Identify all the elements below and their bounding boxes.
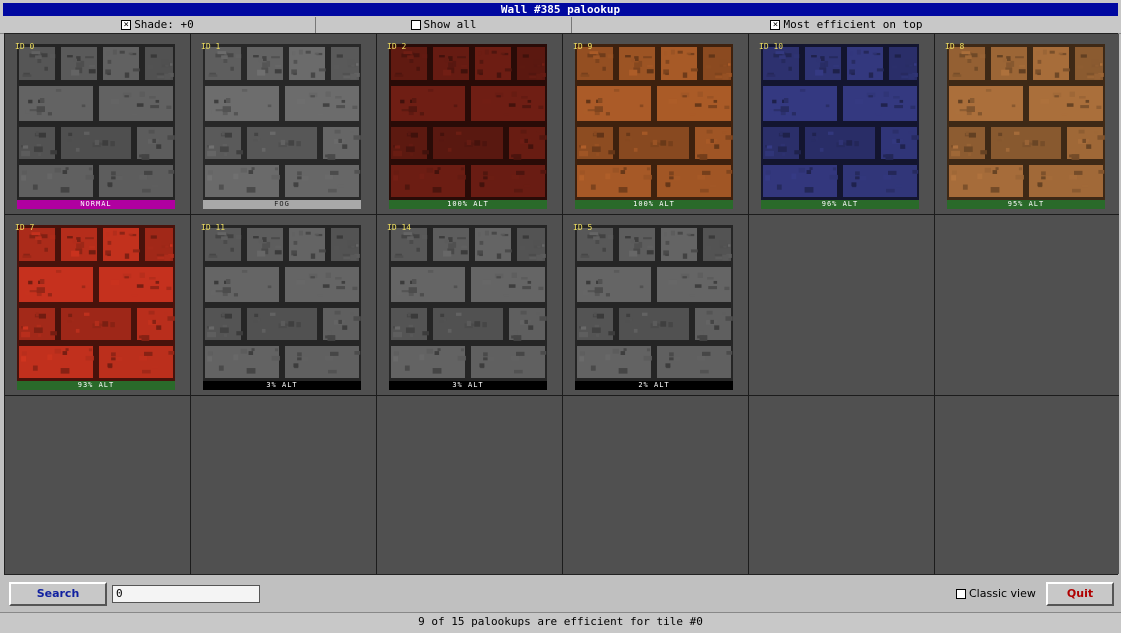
wall-texture-preview [389,225,547,381]
bottom-toolbar: Search 0 Classic view Quit [0,575,1121,612]
options-bar: × Shade: +0 Show all × Most efficient on… [0,17,1121,34]
show-all-label: Show all [423,18,477,31]
window-title: Wall #385 palookup [3,3,1118,16]
empty-cell [749,215,935,396]
palookup-id: ID 1 [201,42,221,51]
search-input[interactable]: 0 [112,585,260,603]
most-efficient-label: Most efficient on top [783,18,923,31]
palookup-cell[interactable]: ID 2 100% ALT [377,34,563,215]
wall-texture-preview [389,44,547,200]
palookup-id: ID 7 [15,223,35,232]
palookup-grid: ID 0 NORMAL ID 1 FOG ID 2 100% ALT ID 9 100% AL… [4,33,1119,575]
most-efficient-checkbox[interactable]: × [770,20,781,30]
shade-checkbox[interactable]: × [121,20,132,30]
palookup-label: 95% ALT [947,200,1105,209]
shade-option[interactable]: × Shade: +0 [0,17,315,33]
empty-cell [563,396,749,574]
palookup-cell[interactable]: ID 10 96% ALT [749,34,935,215]
palookup-label: 2% ALT [575,381,733,390]
show-all-option[interactable]: Show all [316,17,571,33]
palookup-label: NORMAL [17,200,175,209]
palookup-cell[interactable]: ID 14 3% ALT [377,215,563,396]
wall-texture-preview [17,44,175,200]
title-bar: Wall #385 palookup [0,0,1121,17]
wall-texture-preview [947,44,1105,200]
quit-button[interactable]: Quit [1046,582,1114,606]
empty-cell [377,396,563,574]
palookup-id: ID 11 [201,223,226,232]
empty-cell [191,396,377,574]
palookup-cell[interactable]: ID 0 NORMAL [5,34,191,215]
wall-texture-preview [761,44,919,200]
palookup-cell[interactable]: ID 9 100% ALT [563,34,749,215]
empty-cell [5,396,191,574]
palookup-id: ID 2 [387,42,407,51]
search-button[interactable]: Search [9,582,107,606]
palookup-label: 3% ALT [203,381,361,390]
palookup-cell[interactable]: ID 8 95% ALT [935,34,1119,215]
palookup-cell[interactable]: ID 5 2% ALT [563,215,749,396]
palookup-label: 93% ALT [17,381,175,390]
classic-view-checkbox[interactable] [956,588,966,599]
wall-texture-preview [575,44,733,200]
palookup-id: ID 9 [573,42,593,51]
palookup-label: 100% ALT [575,200,733,209]
shade-label: Shade: +0 [134,18,194,31]
show-all-checkbox[interactable] [410,20,421,30]
palookup-cell[interactable]: ID 1 FOG [191,34,377,215]
palookup-cell[interactable]: ID 7 93% ALT [5,215,191,396]
palookup-label: 100% ALT [389,200,547,209]
wall-texture-preview [575,225,733,381]
wall-texture-preview [203,225,361,381]
classic-view-label: Classic view [969,587,1036,600]
most-efficient-option[interactable]: × Most efficient on top [572,17,1121,33]
palookup-label: 96% ALT [761,200,919,209]
palookup-label: 3% ALT [389,381,547,390]
status-bar: 9 of 15 palookups are efficient for tile… [0,612,1121,633]
empty-cell [749,396,935,574]
empty-cell [935,396,1119,574]
palookup-id: ID 0 [15,42,35,51]
classic-view-option[interactable]: Classic view [956,587,1036,600]
palookup-label: FOG [203,200,361,209]
palookup-id: ID 14 [387,223,412,232]
wall-texture-preview [203,44,361,200]
palookup-id: ID 5 [573,223,593,232]
wall-texture-preview [17,225,175,381]
palookup-id: ID 8 [945,42,965,51]
palookup-cell[interactable]: ID 11 3% ALT [191,215,377,396]
empty-cell [935,215,1119,396]
palookup-id: ID 10 [759,42,784,51]
